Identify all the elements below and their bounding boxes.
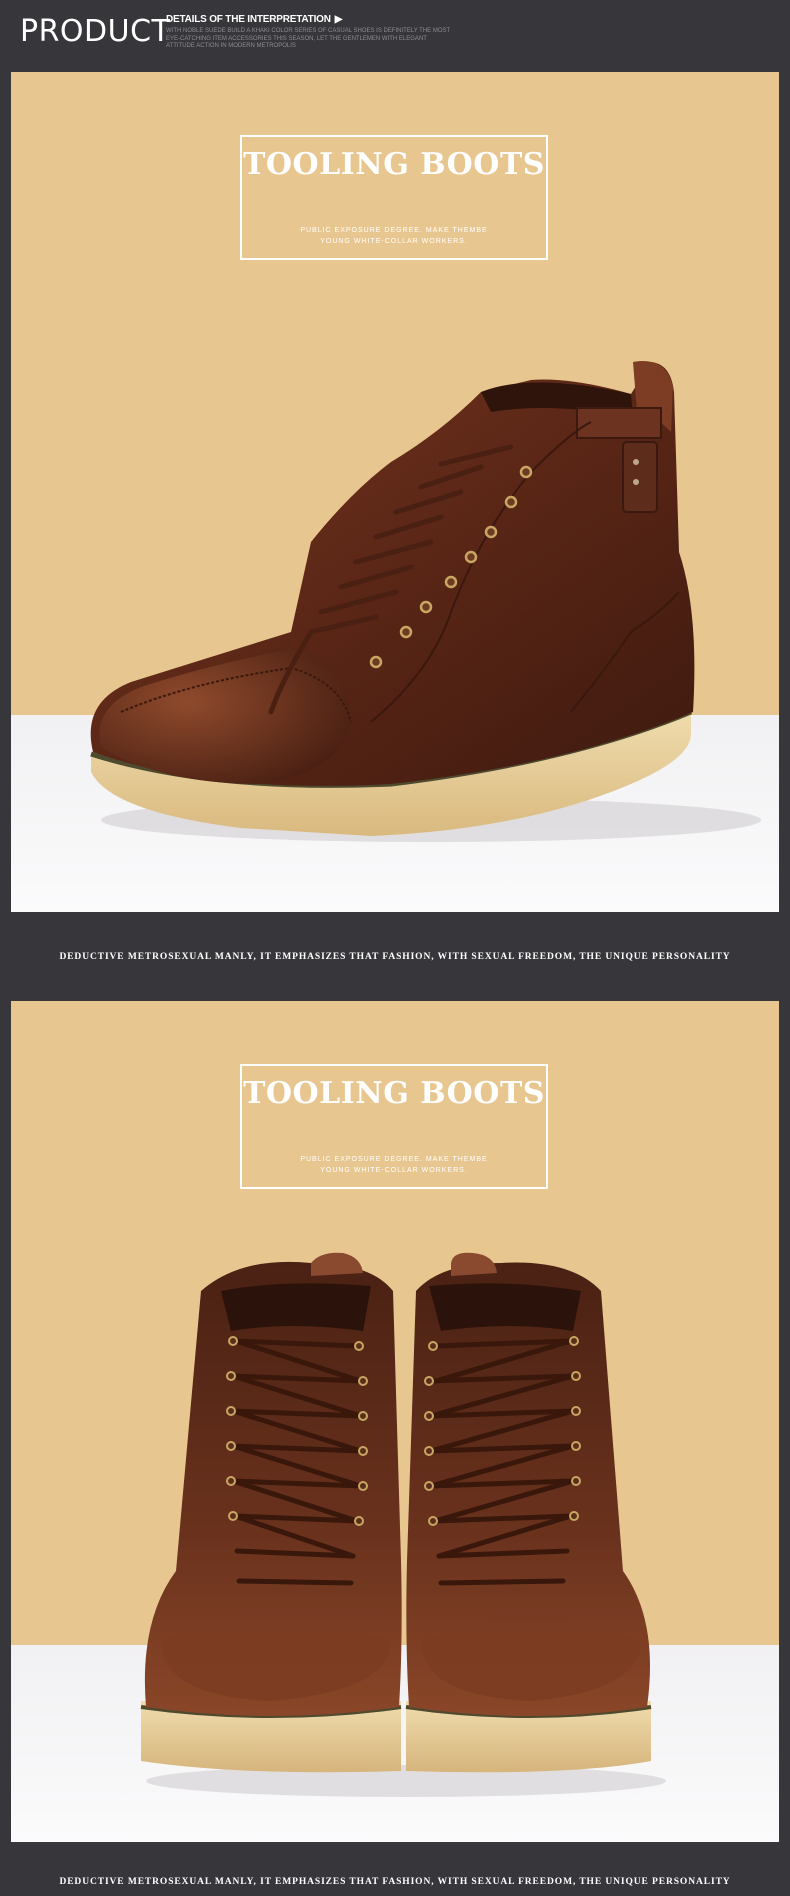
boot-front-image	[140, 1252, 666, 1797]
panel-caption: DEDUCTIVE METROSEXUAL MANLY, IT EMPHASIZ…	[59, 1877, 731, 1887]
boot-side-image	[90, 361, 761, 842]
panel-caption: DEDUCTIVE METROSEXUAL MANLY, IT EMPHASIZ…	[59, 952, 731, 962]
product-panel-front-view: TOOLING BOOTS PUBLIC EXPOSURE DEGREE. MA…	[11, 1001, 779, 1842]
interpretation-heading-label: DETAILS OF THE INTERPRETATION	[166, 14, 331, 25]
interpretation-text: WITH NOBLE SUEDE BUILD A KHAKI COLOR SER…	[166, 28, 451, 50]
right-boot	[405, 1252, 652, 1773]
product-panel-side-view: TOOLING BOOTS PUBLIC EXPOSURE DEGREE. MA…	[11, 72, 779, 912]
interpretation-heading: DETAILS OF THE INTERPRETATION ▶	[166, 14, 342, 25]
page-title: PRODUCT	[20, 14, 171, 49]
play-arrow-icon: ▶	[334, 14, 343, 25]
header-bar: PRODUCT DETAILS OF THE INTERPRETATION ▶ W…	[0, 0, 790, 72]
left-boot	[140, 1252, 402, 1773]
